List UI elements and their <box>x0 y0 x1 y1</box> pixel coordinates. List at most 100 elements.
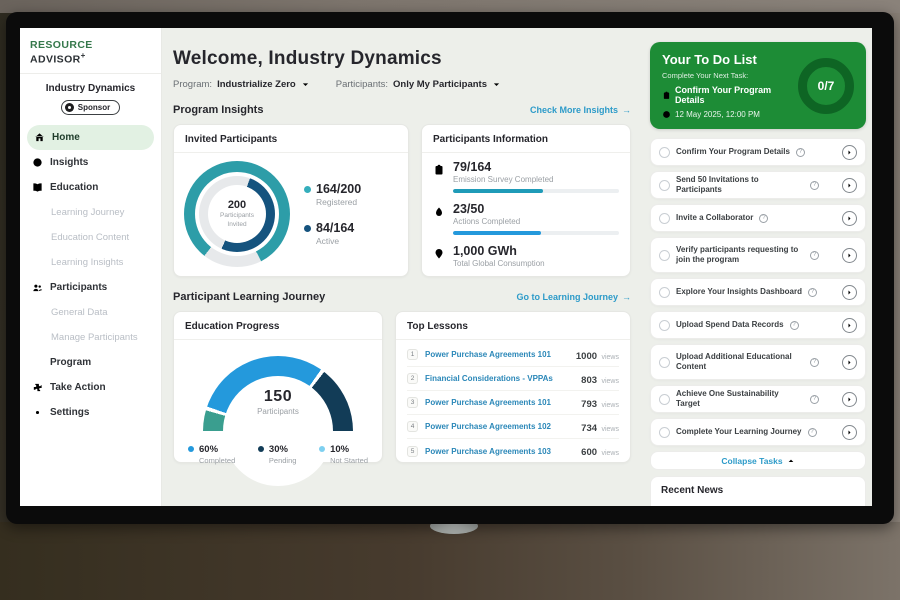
sidebar-item-education-content[interactable]: Education Content <box>20 225 161 250</box>
monitor-bezel: RESOURCE ADVISOR+ Industry Dynamics Spon… <box>6 12 894 524</box>
participants-filter-value: Only My Participants <box>393 79 487 90</box>
stat-label: Total Global Consumption <box>453 259 619 268</box>
location-pin-icon <box>433 248 445 260</box>
sidebar-item-general-data[interactable]: General Data <box>20 300 161 325</box>
task-checkbox[interactable] <box>659 357 670 368</box>
task-invite-collaborator[interactable]: Invite a Collaborator <box>650 204 866 232</box>
lesson-title-link[interactable]: Financial Considerations - VPPAs <box>425 374 574 383</box>
sidebar-item-take-action[interactable]: Take Action <box>20 375 161 400</box>
lesson-title-link[interactable]: Power Purchase Agreements 102 <box>425 422 574 431</box>
help-icon[interactable] <box>810 251 819 260</box>
lesson-title-link[interactable]: Power Purchase Agreements 101 <box>425 398 574 407</box>
task-chevron-button[interactable] <box>842 318 857 333</box>
legend-value: 30% <box>269 444 297 455</box>
task-chevron-button[interactable] <box>842 211 857 226</box>
legend-label: Not Started <box>330 456 368 465</box>
puzzle-icon <box>32 382 43 393</box>
todo-subtitle: Complete Your Next Task: <box>662 71 798 80</box>
task-label: Verify participants requesting to join t… <box>676 245 804 264</box>
sidebar-item-insights[interactable]: Insights <box>20 150 161 175</box>
help-icon[interactable] <box>810 395 819 404</box>
task-chevron-button[interactable] <box>842 178 857 193</box>
insights-card-row: Invited Participants 200 Participants In… <box>173 124 631 277</box>
legend-label: Pending <box>269 456 297 465</box>
program-filter[interactable]: Program: Industrialize Zero <box>173 79 310 90</box>
lesson-list: 1 Power Purchase Agreements 101 1000 vie… <box>396 340 630 463</box>
collapse-label: Collapse Tasks <box>721 456 782 466</box>
sidebar-item-participants[interactable]: Participants <box>20 275 161 300</box>
registered-dot <box>304 186 311 193</box>
check-more-insights-link[interactable]: Check More Insights → <box>530 105 631 115</box>
task-chevron-button[interactable] <box>842 145 857 160</box>
sidebar-item-program[interactable]: Program <box>20 350 161 375</box>
task-checkbox[interactable] <box>659 287 670 298</box>
donut-center-label: Participants Invited <box>215 212 259 228</box>
lesson-row: 3 Power Purchase Agreements 101 793 view… <box>407 391 619 415</box>
sponsor-icon <box>65 103 74 112</box>
lesson-title-link[interactable]: Power Purchase Agreements 101 <box>425 350 569 359</box>
help-icon[interactable] <box>808 288 817 297</box>
task-checkbox[interactable] <box>659 213 670 224</box>
task-chevron-button[interactable] <box>842 285 857 300</box>
task-chevron-button[interactable] <box>842 355 857 370</box>
stat-label: Emission Survey Completed <box>453 175 619 184</box>
task-confirm-program-details[interactable]: Confirm Your Program Details <box>650 138 866 166</box>
lesson-title-link[interactable]: Power Purchase Agreements 103 <box>425 447 574 456</box>
task-checkbox[interactable] <box>659 320 670 331</box>
sidebar-item-home[interactable]: Home <box>27 125 154 150</box>
task-send-invitations[interactable]: Send 50 Invitations to Participants <box>650 171 866 199</box>
lesson-row: 4 Power Purchase Agreements 102 734 view… <box>407 415 619 439</box>
collapse-tasks-link[interactable]: Collapse Tasks <box>650 451 866 470</box>
stat-value: 1,000 GWh <box>453 244 619 258</box>
task-checkbox[interactable] <box>659 180 670 191</box>
sidebar-item-settings[interactable]: Settings <box>20 400 161 425</box>
help-icon[interactable] <box>810 358 819 367</box>
sponsor-badge[interactable]: Sponsor <box>61 100 120 115</box>
clipboard-icon <box>662 91 671 100</box>
views-suffix: views <box>601 378 619 385</box>
lesson-rank: 3 <box>407 397 418 408</box>
pending-dot <box>258 446 264 452</box>
chevron-up-icon <box>787 457 795 465</box>
task-upload-educational-content[interactable]: Upload Additional Educational Content <box>650 344 866 380</box>
task-complete-learning-journey[interactable]: Complete Your Learning Journey <box>650 418 866 446</box>
task-checkbox[interactable] <box>659 394 670 405</box>
sidebar-item-education[interactable]: Education <box>20 175 161 200</box>
lesson-views: 793 <box>581 399 597 410</box>
link-label: Check More Insights <box>530 105 618 115</box>
participants-information-title: Participants Information <box>422 125 630 153</box>
task-achieve-sustainability-target[interactable]: Achieve One Sustainability Target <box>650 385 866 413</box>
help-icon[interactable] <box>790 321 799 330</box>
task-verify-participants[interactable]: Verify participants requesting to join t… <box>650 237 866 273</box>
task-label: Confirm Your Program Details <box>676 147 790 157</box>
help-icon[interactable] <box>759 214 768 223</box>
task-explore-insights[interactable]: Explore Your Insights Dashboard <box>650 278 866 306</box>
legend-value: 60% <box>199 444 235 455</box>
active-value: 84/164 <box>316 221 361 235</box>
task-upload-spend-data[interactable]: Upload Spend Data Records <box>650 311 866 339</box>
task-checkbox[interactable] <box>659 427 670 438</box>
stat-value: 23/50 <box>453 202 619 216</box>
sidebar-item-learning-journey[interactable]: Learning Journey <box>20 200 161 225</box>
help-icon[interactable] <box>796 148 805 157</box>
sidebar-item-manage-participants[interactable]: Manage Participants <box>20 325 161 350</box>
link-label: Go to Learning Journey <box>516 292 618 302</box>
task-chevron-button[interactable] <box>842 248 857 263</box>
help-icon[interactable] <box>808 428 817 437</box>
task-chevron-button[interactable] <box>842 392 857 407</box>
task-checkbox[interactable] <box>659 147 670 158</box>
help-icon[interactable] <box>810 181 819 190</box>
lesson-row: 5 Power Purchase Agreements 103 600 view… <box>407 439 619 463</box>
lesson-views: 600 <box>581 447 597 458</box>
participants-filter[interactable]: Participants: Only My Participants <box>336 79 501 90</box>
task-chevron-button[interactable] <box>842 425 857 440</box>
task-checkbox[interactable] <box>659 250 670 261</box>
donut-legend: 164/200 Registered 84/164 Active <box>304 182 361 246</box>
home-icon <box>34 132 45 143</box>
sidebar-item-learning-insights[interactable]: Learning Insights <box>20 250 161 275</box>
legend-label: Completed <box>199 456 235 465</box>
lesson-rank: 2 <box>407 373 418 384</box>
sidebar-item-label: Education <box>50 182 98 193</box>
sidebar-item-label: Program <box>50 357 91 368</box>
go-to-learning-journey-link[interactable]: Go to Learning Journey → <box>516 292 631 302</box>
